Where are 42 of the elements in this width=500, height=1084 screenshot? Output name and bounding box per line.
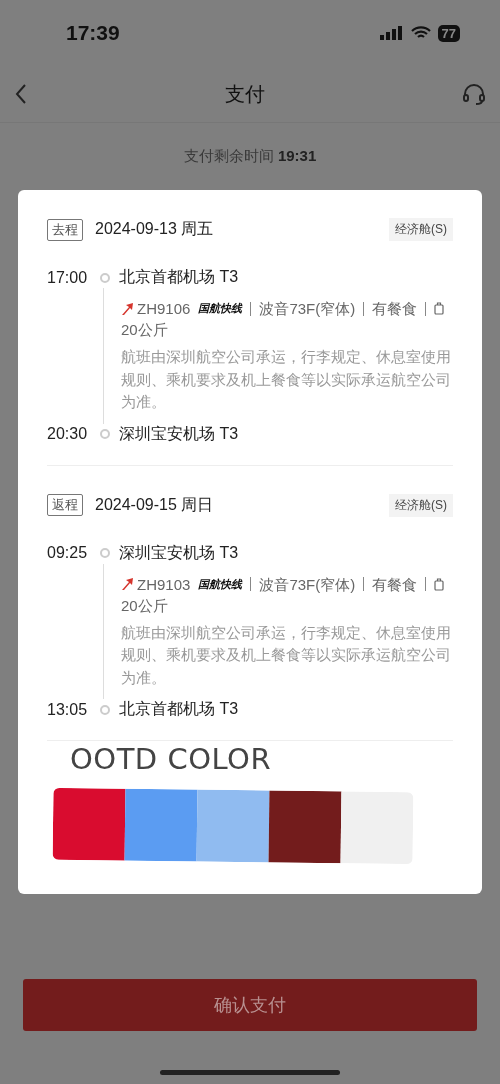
- carrier-note: 航班由深圳航空公司承运，行李规定、休息室使用规则、乘机要求及机上餐食等以实际承运航空公司为准。: [121, 348, 452, 412]
- page-title: 支付: [225, 81, 265, 107]
- trip-tag: 去程: [47, 218, 83, 241]
- aircraft-type: 波音73F(窄体): [259, 299, 356, 319]
- headset-icon[interactable]: [462, 83, 486, 105]
- luggage-icon: [434, 577, 445, 591]
- carrier-note: 航班由深圳航空公司承运，行李规定、休息室使用规则、乘机要求及机上餐食等以实际承运航空公司为准。: [121, 623, 452, 688]
- departure-time: 09:25: [47, 544, 89, 562]
- flight-date: 2024-09-15 周日: [95, 494, 215, 515]
- arrival-time: 20:30: [47, 425, 89, 443]
- airline-brand: 国航快线: [198, 301, 243, 316]
- cabin-class: 经济舱(S): [389, 218, 453, 241]
- back-icon[interactable]: [14, 83, 28, 105]
- baggage-allowance: 20公斤: [121, 595, 168, 616]
- meal-info: 有餐食: [372, 299, 418, 319]
- arrival-time: 13:05: [47, 700, 89, 719]
- departure-airport: 北京首都机场 T3: [119, 267, 239, 287]
- timeline-dot: [100, 704, 110, 715]
- luggage-icon: [434, 302, 445, 315]
- palette-title: OOTD COLOR: [70, 742, 273, 776]
- flight-number: ZH9106: [137, 299, 191, 319]
- wifi-icon: [410, 26, 431, 40]
- arrival-airport: 北京首都机场 T3: [119, 699, 239, 719]
- payment-countdown: 支付剩余时间 19:31: [183, 147, 317, 166]
- airline-brand: 国航快线: [198, 576, 243, 592]
- trip-tag: 返程: [47, 494, 83, 516]
- flight-number: ZH9103: [137, 574, 191, 595]
- arrival-airport: 深圳宝安机场 T3: [119, 423, 239, 444]
- timeline-dot: [100, 429, 110, 439]
- aircraft-type: 波音73F(窄体): [259, 574, 356, 595]
- signal-icon: [379, 26, 404, 40]
- timeline-dot: [100, 272, 110, 283]
- cabin-class: 经济舱(S): [389, 493, 453, 517]
- status-time: 17:39: [66, 21, 120, 45]
- departure-time: 17:00: [47, 268, 89, 287]
- baggage-allowance: 20公斤: [121, 320, 168, 340]
- timeline-dot: [100, 548, 110, 558]
- meal-info: 有餐食: [372, 574, 418, 595]
- departure-airport: 深圳宝安机场 T3: [119, 542, 239, 563]
- flight-date: 2024-09-13 周五: [95, 219, 215, 239]
- battery-level: 77: [437, 24, 460, 42]
- confirm-payment-button[interactable]: 确认支付: [23, 979, 477, 1031]
